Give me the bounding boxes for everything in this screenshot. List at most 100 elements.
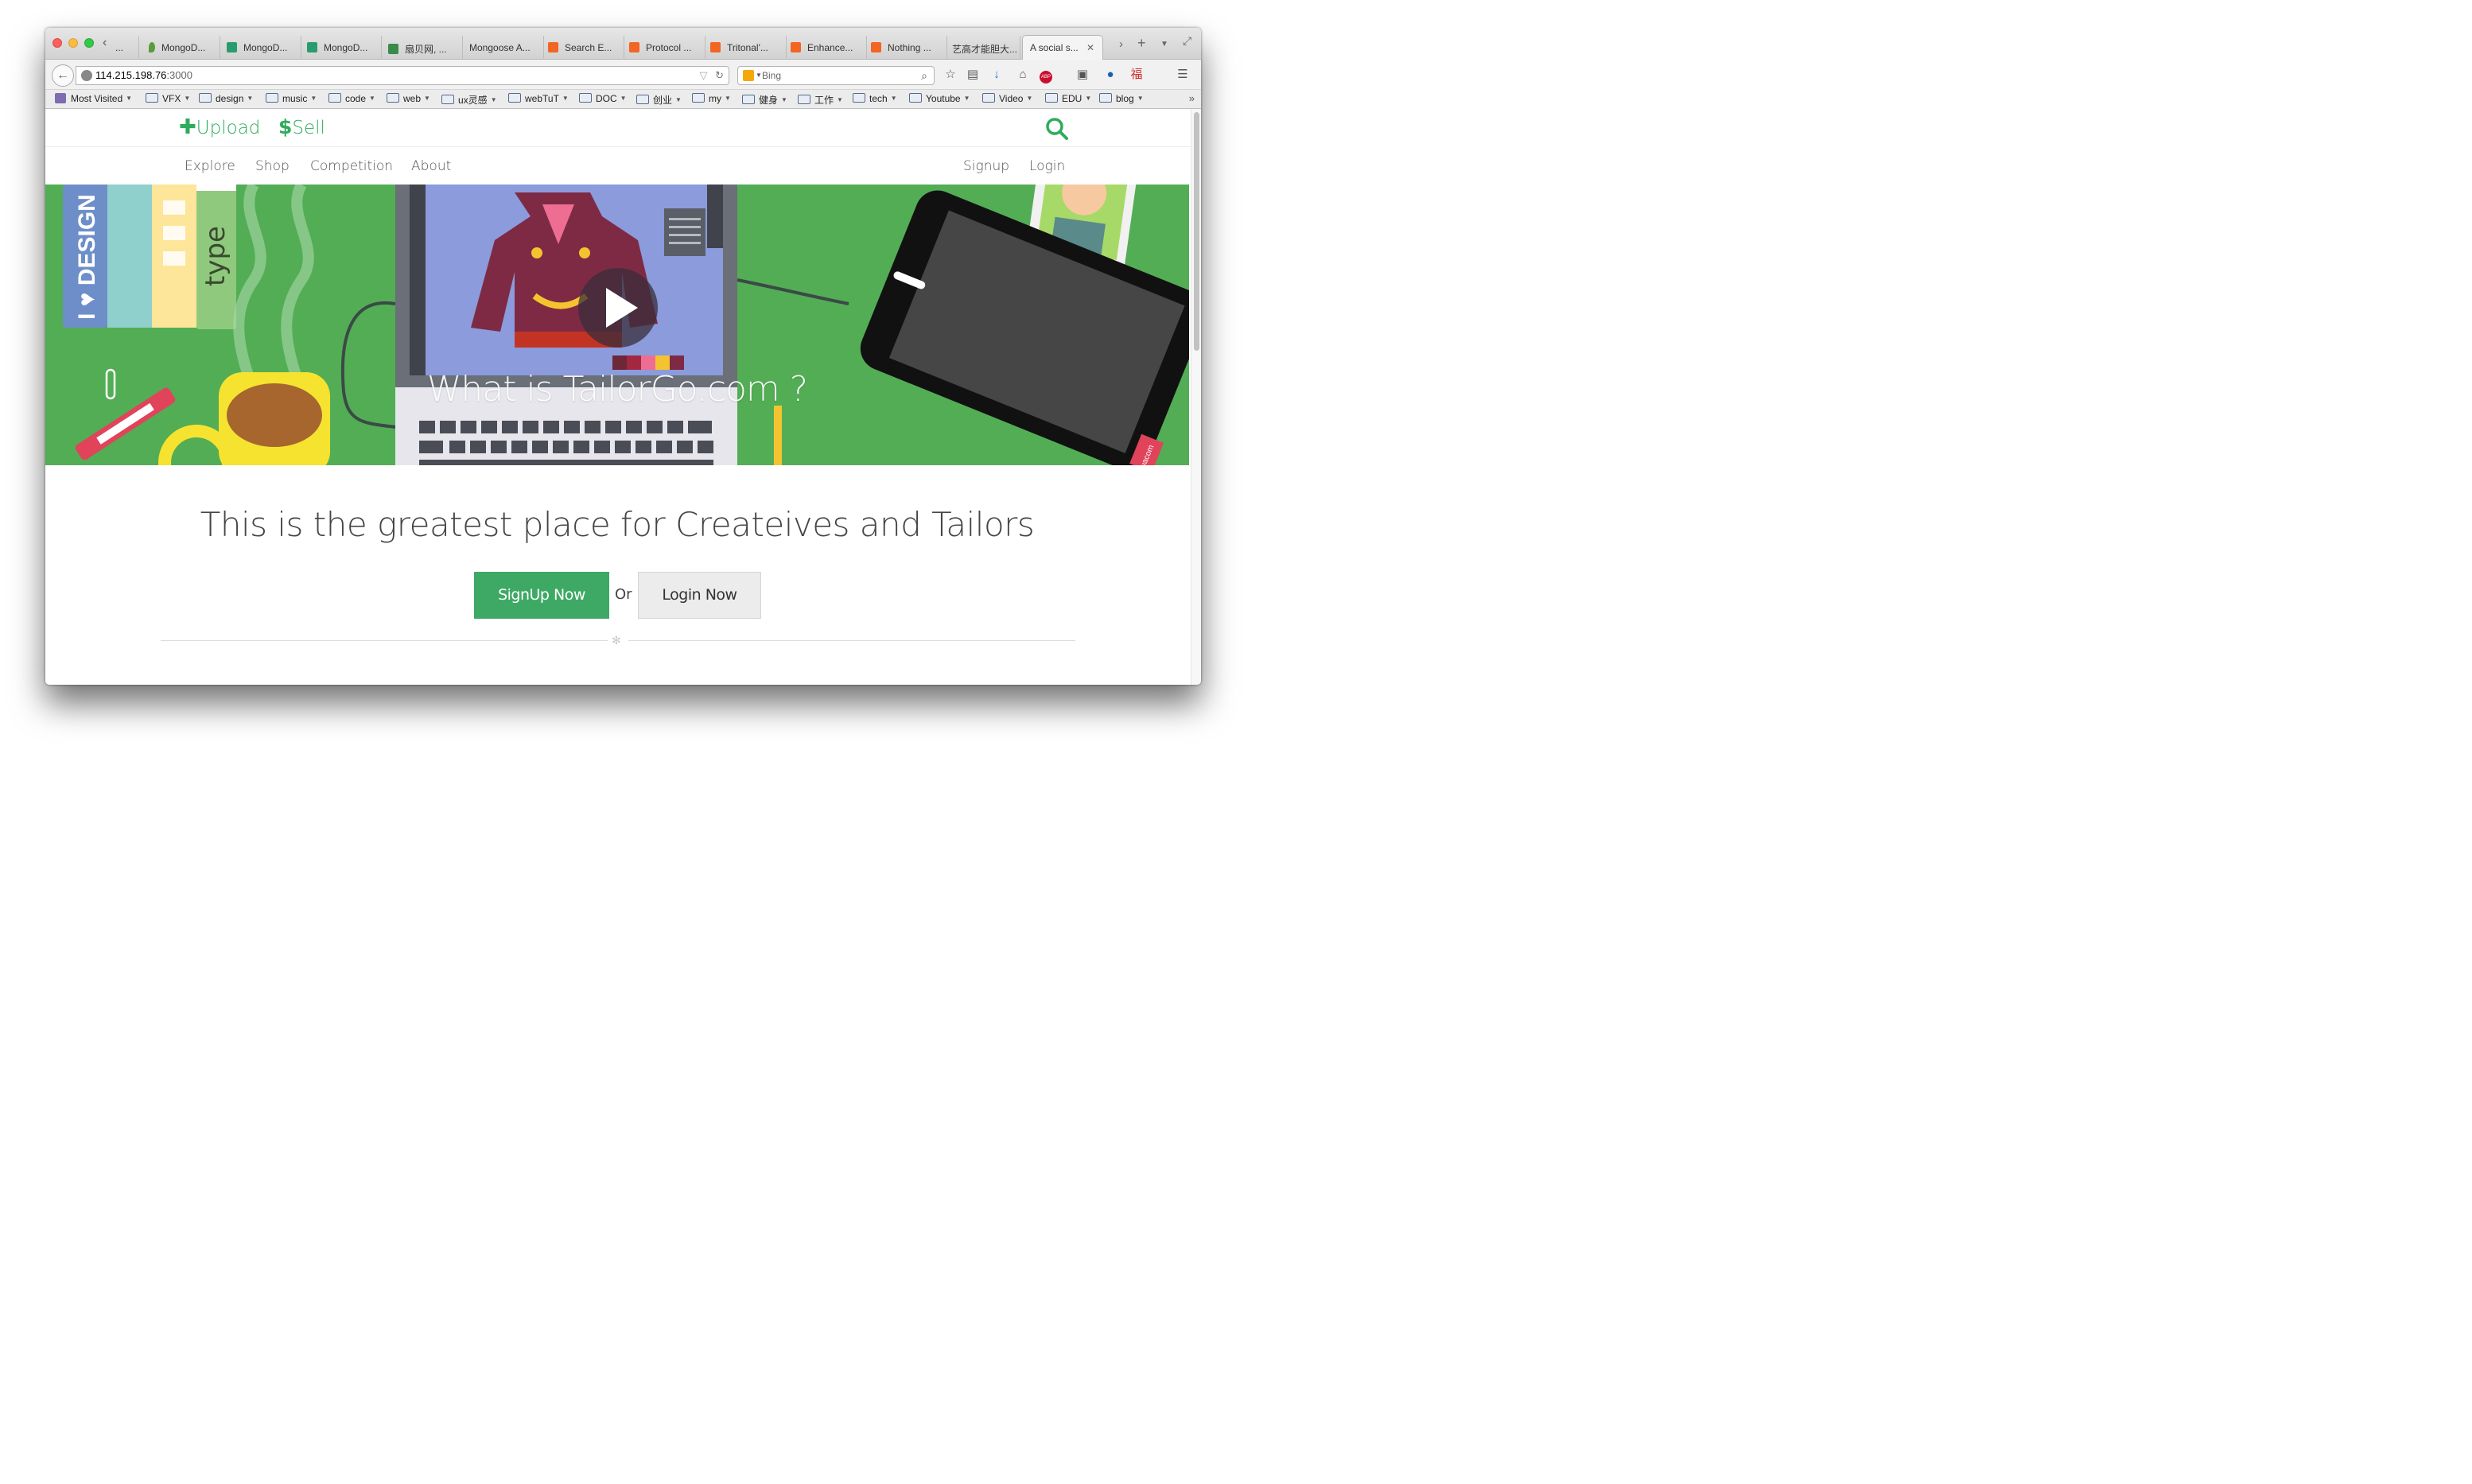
nav-signup[interactable]: Signup xyxy=(963,158,1009,174)
new-tab-icon[interactable]: + xyxy=(1137,35,1146,52)
tab-label: Enhance... xyxy=(807,42,853,53)
bookmark-folder-code[interactable]: code ▼ xyxy=(328,93,375,104)
folder-icon xyxy=(798,95,810,104)
bookmarks-overflow-icon[interactable]: » xyxy=(1189,92,1195,104)
sell-link[interactable]: $Sell xyxy=(278,115,325,138)
site-favicon-icon xyxy=(227,42,237,52)
tab-2[interactable]: MongoD... xyxy=(222,36,301,60)
url-bar[interactable]: 114.215.198.76:3000 ▽ ↻ xyxy=(76,66,729,85)
bing-logo-icon xyxy=(743,70,754,81)
folder-icon xyxy=(636,95,649,104)
page-scrollbar[interactable] xyxy=(1191,109,1201,685)
list-tabs-icon[interactable]: ▼ xyxy=(1160,40,1168,49)
bookmark-folder-web[interactable]: web ▼ xyxy=(387,93,430,104)
adblock-icon[interactable]: ABP xyxy=(1038,67,1054,84)
bookmark-folder-blog[interactable]: blog ▼ xyxy=(1099,93,1144,104)
back-button[interactable]: ← xyxy=(52,64,74,87)
extension-icon[interactable]: ● xyxy=(1102,67,1118,83)
bookmark-folder-edu[interactable]: EDU ▼ xyxy=(1045,93,1091,104)
tab-active[interactable]: A social s... ✕ xyxy=(1022,35,1103,60)
tab-label: Tritonal'... xyxy=(727,42,768,53)
bookmark-most-visited[interactable]: Most Visited ▼ xyxy=(55,93,132,104)
bookmark-folder-work[interactable]: 工作 ▼ xyxy=(798,93,843,107)
url-bar-controls: ▽ ↻ xyxy=(699,67,724,84)
bookmark-label: 工作 xyxy=(814,95,834,106)
main-nav: Explore Shop Competition About Signup Lo… xyxy=(45,147,1191,185)
nav-about[interactable]: About xyxy=(411,158,451,174)
home-icon[interactable]: ⌂ xyxy=(1015,67,1031,83)
search-icon[interactable] xyxy=(1045,117,1069,141)
tab-6[interactable]: Search E... xyxy=(545,36,624,60)
bookmark-folder-my[interactable]: my ▼ xyxy=(692,93,731,104)
folder-icon xyxy=(579,93,592,103)
bookmark-label: blog xyxy=(1116,93,1134,104)
tab-10[interactable]: Nothing ... xyxy=(868,36,947,60)
sell-label: Sell xyxy=(292,118,325,138)
nav-explore[interactable]: Explore xyxy=(185,158,235,174)
plus-icon: ✚ xyxy=(179,115,196,139)
bookmark-folder-webtut[interactable]: webTuT ▼ xyxy=(508,93,569,104)
bookmark-label: web xyxy=(403,93,422,104)
laptop-illustration xyxy=(395,185,737,465)
bookmark-folder-startup[interactable]: 创业 ▼ xyxy=(636,93,682,107)
nav-login[interactable]: Login xyxy=(1029,158,1065,174)
dropdown-arrow-icon[interactable]: ▽ xyxy=(699,69,707,81)
translate-extension-icon[interactable]: 福 xyxy=(1129,67,1145,83)
tab-5[interactable]: Mongoose A... xyxy=(464,36,544,60)
shanbay-favicon-icon xyxy=(388,44,398,54)
tab-label: MongoD... xyxy=(161,42,206,53)
tabs-scroll-left-icon[interactable]: ‹ xyxy=(103,36,107,50)
nav-competition[interactable]: Competition xyxy=(310,158,393,174)
folder-icon xyxy=(909,93,922,103)
fullscreen-icon[interactable]: ⤢ xyxy=(1183,34,1191,48)
bookmark-folder-music[interactable]: music ▼ xyxy=(266,93,317,104)
reload-icon[interactable]: ↻ xyxy=(715,69,724,81)
bookmark-folder-video[interactable]: Video ▼ xyxy=(982,93,1032,104)
engine-dropdown-icon[interactable]: ▼ xyxy=(756,67,762,84)
folder-icon xyxy=(441,95,454,104)
close-tab-icon[interactable]: ✕ xyxy=(1086,42,1094,53)
bookmark-folder-design[interactable]: design ▼ xyxy=(199,93,253,104)
bookmark-label: music xyxy=(282,93,308,104)
bookmark-folder-ux[interactable]: ux灵感 ▼ xyxy=(441,93,497,107)
menu-icon[interactable]: ☰ xyxy=(1175,67,1191,83)
play-video-button xyxy=(578,268,658,348)
tab-8[interactable]: Tritonal'... xyxy=(707,36,787,60)
tabs-scroll-right-icon[interactable]: › xyxy=(1119,37,1123,51)
bookmark-folder-doc[interactable]: DOC ▼ xyxy=(579,93,627,104)
divider-line xyxy=(161,640,608,641)
tab-11[interactable]: 艺高才能胆大... xyxy=(949,36,1020,60)
signup-now-button[interactable]: SignUp Now xyxy=(474,572,609,619)
tab-9[interactable]: Enhance... xyxy=(787,36,867,60)
bookmark-folder-fitness[interactable]: 健身 ▼ xyxy=(742,93,787,107)
screenshot-icon[interactable]: ▣ xyxy=(1075,67,1090,83)
downloads-icon[interactable]: ↓ xyxy=(989,67,1005,83)
bookmarks-toolbar: Most Visited ▼ VFX ▼ design ▼ music ▼ code ▼ … xyxy=(45,90,1201,109)
tab-0[interactable]: ... xyxy=(115,36,139,60)
bookmark-folder-vfx[interactable]: VFX ▼ xyxy=(146,93,190,104)
bookmark-folder-youtube[interactable]: Youtube ▼ xyxy=(909,93,970,104)
scrollbar-thumb[interactable] xyxy=(1194,112,1199,351)
tab-4[interactable]: 扇贝网, ... xyxy=(383,36,463,60)
bookmark-label: Youtube xyxy=(926,93,961,104)
url-host: 114.215.198.76 xyxy=(95,69,167,81)
nav-shop[interactable]: Shop xyxy=(255,158,290,174)
search-bar[interactable]: ▼ Bing ⌕ xyxy=(737,66,935,85)
bookmark-label: design xyxy=(216,93,244,104)
tab-3[interactable]: MongoD... xyxy=(302,36,382,60)
bookmark-folder-tech[interactable]: tech ▼ xyxy=(853,93,897,104)
bookmark-label: my xyxy=(709,93,721,104)
reading-list-icon[interactable]: ▤ xyxy=(965,67,981,83)
tab-7[interactable]: Protocol ... xyxy=(626,36,705,60)
zoom-window-button[interactable] xyxy=(84,38,94,48)
tab-1[interactable]: MongoD... xyxy=(141,36,220,60)
minimize-window-button[interactable] xyxy=(68,38,78,48)
bookmark-star-icon[interactable]: ☆ xyxy=(943,67,958,83)
search-icon[interactable]: ⌕ xyxy=(921,67,927,84)
tab-label: Nothing ... xyxy=(888,42,931,53)
close-window-button[interactable] xyxy=(52,38,62,48)
book-text-type: type xyxy=(200,226,231,286)
login-now-button[interactable]: Login Now xyxy=(638,572,761,619)
upload-link[interactable]: ✚Upload xyxy=(179,115,260,139)
mongodb-leaf-icon xyxy=(149,42,155,52)
